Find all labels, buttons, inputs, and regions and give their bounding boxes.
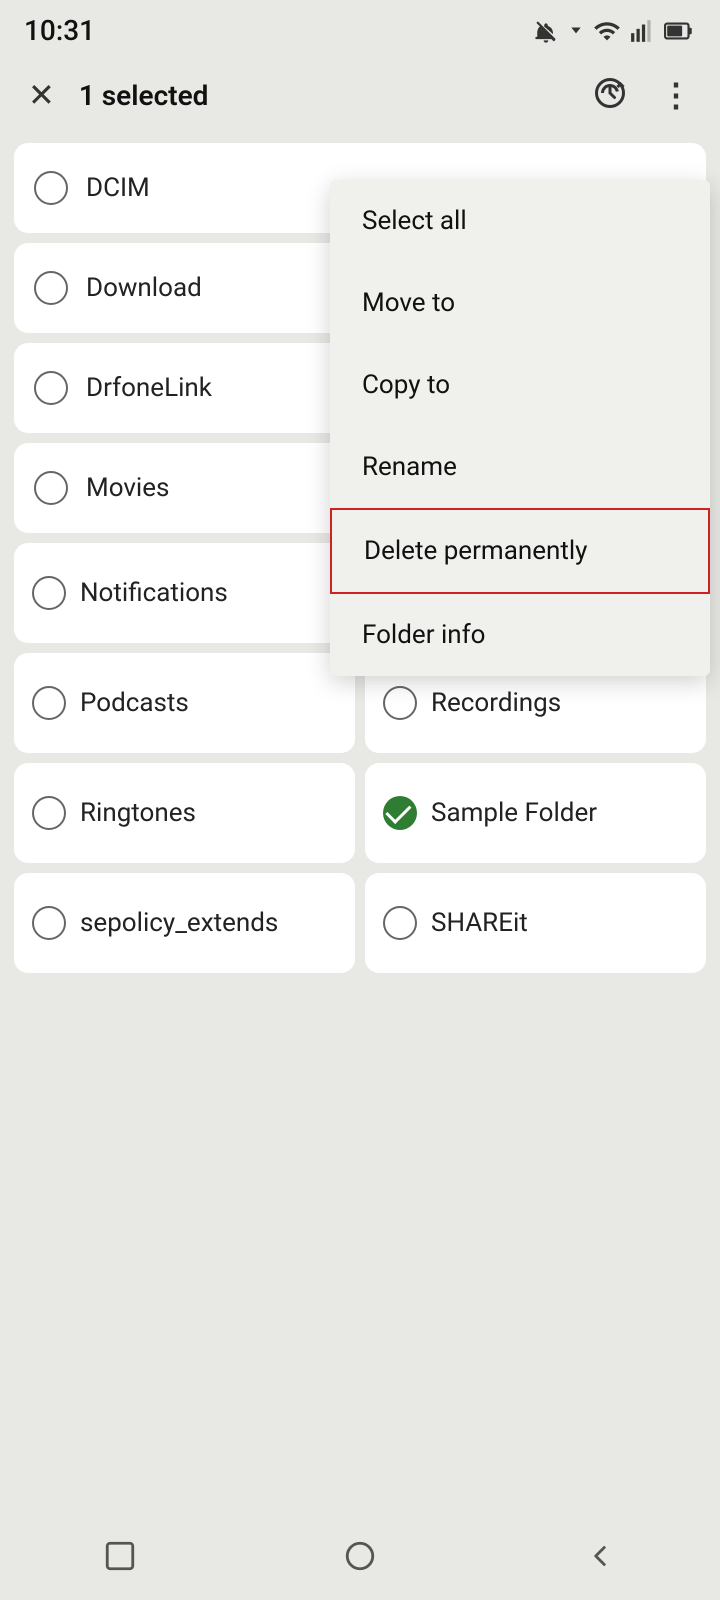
wifi-icon [592, 17, 622, 45]
radio-sepolicy[interactable] [32, 906, 66, 940]
folder-row-4: sepolicy_extends SHAREit [14, 873, 706, 973]
radio-movies[interactable] [34, 471, 68, 505]
status-bar: 10:31 [0, 0, 720, 57]
folder-item-ringtones[interactable]: Ringtones [14, 763, 355, 863]
folder-item-sepolicy[interactable]: sepolicy_extends [14, 873, 355, 973]
folder-item-samplefolder[interactable]: Sample Folder [365, 763, 706, 863]
nav-square-button[interactable] [73, 1529, 167, 1583]
folder-item-shareit[interactable]: SHAREit [365, 873, 706, 973]
close-button[interactable]: ✕ [20, 68, 63, 122]
context-menu[interactable]: Select all Move to Copy to Rename Delete… [330, 180, 710, 676]
radio-shareit[interactable] [383, 906, 417, 940]
radio-podcasts[interactable] [32, 686, 66, 720]
radio-download[interactable] [34, 271, 68, 305]
circle-icon [343, 1539, 377, 1573]
radio-drfonelink[interactable] [34, 371, 68, 405]
folder-item-podcasts[interactable]: Podcasts [14, 653, 355, 753]
menu-item-delete-permanently[interactable]: Delete permanently [330, 508, 710, 594]
action-bar: ✕ 1 selected ⋮ [0, 57, 720, 133]
radio-ringtones[interactable] [32, 796, 66, 830]
square-icon [103, 1539, 137, 1573]
sync-icon[interactable] [584, 67, 636, 123]
radio-dcim[interactable] [34, 171, 68, 205]
menu-item-move-to[interactable]: Move to [330, 262, 710, 344]
menu-item-rename[interactable]: Rename [330, 426, 710, 508]
radio-recordings[interactable] [383, 686, 417, 720]
more-options-button[interactable]: ⋮ [652, 68, 700, 122]
battery-icon [664, 17, 696, 45]
radio-notifications[interactable] [32, 576, 66, 610]
menu-item-select-all[interactable]: Select all [330, 180, 710, 262]
selection-count-label: 1 selected [79, 79, 568, 112]
bottom-nav [0, 1520, 720, 1600]
back-icon [583, 1539, 617, 1573]
signal-icon [630, 17, 656, 45]
menu-item-copy-to[interactable]: Copy to [330, 344, 710, 426]
mute-icon [532, 17, 560, 45]
folder-row-3: Ringtones Sample Folder [14, 763, 706, 863]
dropdown-arrow-icon [568, 17, 584, 45]
nav-circle-button[interactable] [313, 1529, 407, 1583]
status-icons [532, 17, 696, 45]
status-time: 10:31 [24, 14, 95, 47]
folder-item-notifications[interactable]: Notifications [14, 543, 355, 643]
nav-back-button[interactable] [553, 1529, 647, 1583]
radio-samplefolder[interactable] [383, 796, 417, 830]
menu-item-folder-info[interactable]: Folder info [330, 594, 710, 676]
